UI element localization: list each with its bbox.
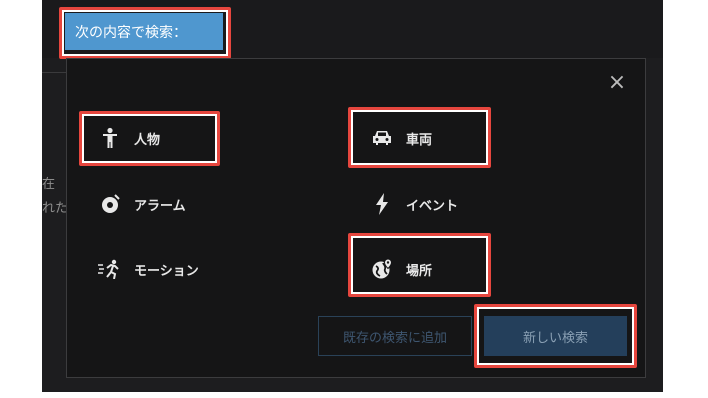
running-person-icon [98,257,122,281]
alarm-icon [98,192,122,216]
option-location-label: 場所 [406,263,433,279]
option-event-label: イベント [406,198,459,214]
globe-pin-icon [370,257,394,281]
divider [42,72,66,73]
person-icon [98,126,122,150]
option-motion[interactable]: モーション [98,249,199,289]
add-to-existing-search-button[interactable]: 既存の検索に追加 [318,316,472,356]
search-by-button[interactable]: 次の内容で検索： [65,13,223,50]
option-event[interactable]: イベント [370,184,458,224]
option-person[interactable]: 人物 [98,118,160,158]
background-text-line1: 在 [42,177,56,192]
new-search-button[interactable]: 新しい検索 [484,316,627,356]
close-icon[interactable]: × [605,71,629,95]
option-vehicle[interactable]: 車両 [370,118,432,158]
car-icon [370,126,394,150]
option-vehicle-label: 車両 [406,132,433,148]
option-alarm-label: アラーム [134,198,186,214]
lightning-icon [370,192,394,216]
option-motion-label: モーション [134,263,199,279]
option-person-label: 人物 [134,132,161,148]
option-alarm[interactable]: アラーム [98,184,186,224]
background-text-line2: れた [42,201,69,216]
option-location[interactable]: 場所 [370,249,432,289]
